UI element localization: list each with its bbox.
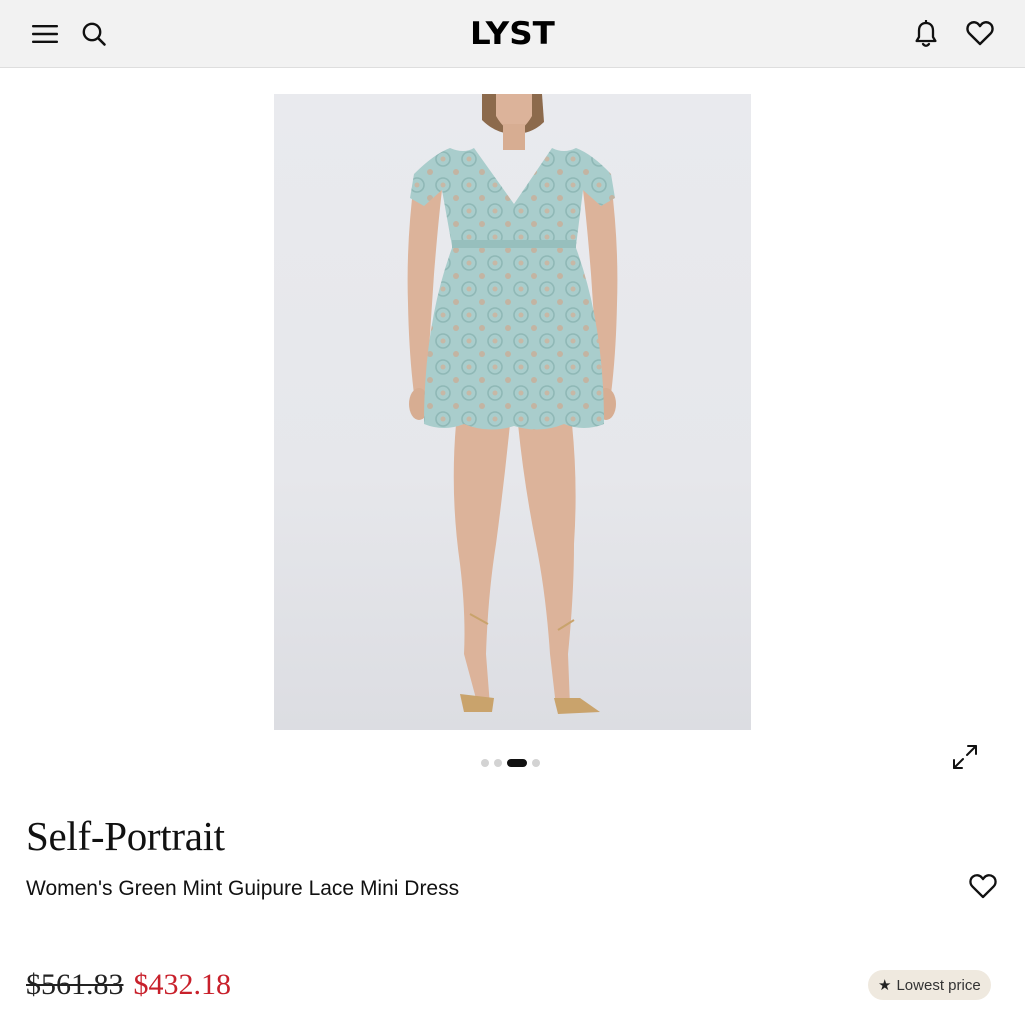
badge-label: Lowest price [896, 976, 981, 994]
price-row: $561.83 $432.18 [26, 968, 231, 1002]
carousel-dot[interactable] [481, 759, 489, 767]
carousel-dot[interactable] [494, 759, 502, 767]
heart-icon [966, 21, 994, 46]
product-image[interactable] [274, 94, 751, 730]
carousel-dot-active[interactable] [507, 759, 527, 767]
search-button[interactable] [74, 14, 114, 54]
search-icon [82, 22, 106, 46]
sale-price: $432.18 [133, 968, 232, 1001]
product-photo [407, 94, 618, 714]
lowest-price-badge: ★ Lowest price [868, 970, 991, 1000]
brand-name[interactable]: Self-Portrait [26, 812, 225, 860]
add-to-wishlist-button[interactable] [963, 866, 1003, 906]
logo-container: LYST [0, 14, 1025, 54]
carousel-indicators [481, 758, 540, 768]
original-price: $561.83 [26, 968, 124, 1001]
bell-icon [915, 20, 937, 47]
expand-image-button[interactable] [946, 738, 984, 776]
menu-button[interactable] [25, 14, 65, 54]
heart-icon [969, 874, 997, 899]
menu-icon [32, 25, 58, 43]
product-title: Women's Green Mint Guipure Lace Mini Dre… [26, 877, 460, 900]
notifications-button[interactable] [906, 14, 946, 54]
wishlist-button[interactable] [960, 13, 1000, 53]
lyst-logo[interactable]: LYST [470, 14, 555, 54]
expand-icon [953, 745, 977, 769]
carousel-dot[interactable] [532, 759, 540, 767]
top-nav-bar: LYST [0, 0, 1025, 68]
star-icon: ★ [878, 976, 892, 994]
